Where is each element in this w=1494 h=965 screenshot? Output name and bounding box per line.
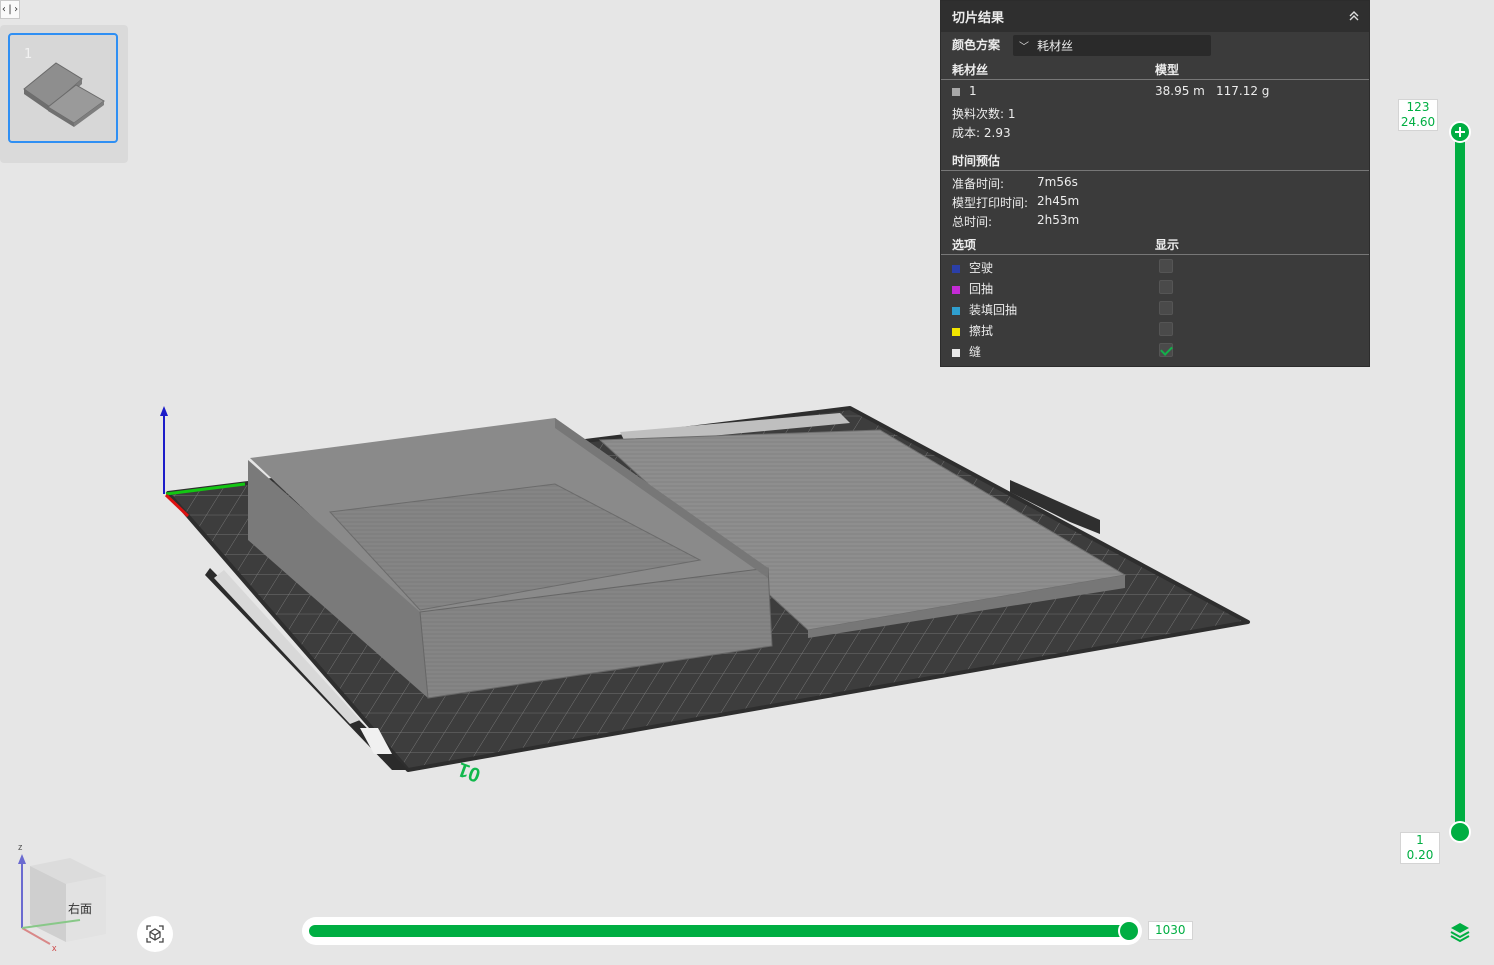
move-slider-handle[interactable]	[1118, 920, 1140, 942]
option-label: 回抽	[969, 282, 994, 296]
view-cube-icon	[146, 925, 164, 943]
top-layer-readout: 123 24.60	[1398, 99, 1438, 131]
axis-z-label: z	[18, 842, 23, 852]
prep-time-value: 7m56s	[1037, 175, 1078, 189]
color-scheme-label: 颜色方案	[952, 38, 1001, 52]
options-section-header: 选项 显示	[941, 233, 1369, 255]
panel-header[interactable]: 切片结果	[941, 1, 1369, 32]
cube-face-label: 右面	[68, 901, 92, 916]
filament-weight: 117.12 g	[1216, 84, 1270, 98]
total-time-value: 2h53m	[1037, 213, 1080, 227]
bottom-layer-number: 1	[1416, 833, 1424, 847]
option-travel: 空驶	[952, 259, 993, 276]
option-label: 装填回抽	[969, 303, 1018, 317]
model-header: 模型	[1155, 63, 1180, 77]
color-scheme-value: 耗材丝	[1037, 39, 1074, 53]
travel-swatch	[952, 264, 960, 273]
model-time-value: 2h45m	[1037, 194, 1080, 208]
layer-slider-track[interactable]	[1455, 131, 1465, 832]
layers-icon[interactable]	[1448, 920, 1472, 944]
retract-swatch	[952, 285, 960, 294]
options-header: 选项	[952, 238, 977, 252]
option-label: 擦拭	[969, 324, 994, 338]
seam-swatch	[952, 348, 960, 357]
time-section-header: 时间预估	[941, 149, 1369, 171]
time-header: 时间预估	[952, 154, 1001, 168]
reset-view-button[interactable]	[137, 916, 173, 952]
filament-swatch	[952, 87, 960, 96]
prep-time-label: 准备时间:	[952, 177, 1005, 191]
filament-row: 1	[952, 84, 977, 98]
bottom-layer-height: 0.20	[1406, 848, 1434, 862]
option-deretract: 装填回抽	[952, 301, 1017, 318]
filament-id: 1	[969, 84, 977, 98]
move-slider-track[interactable]	[309, 925, 1133, 937]
move-slider-value: 1030	[1148, 921, 1193, 940]
wipe-swatch	[952, 327, 960, 336]
collapse-chevron-icon[interactable]	[1347, 9, 1361, 23]
navigation-cube[interactable]: 右面 z x	[10, 838, 110, 953]
travel-checkbox[interactable]	[1159, 259, 1173, 273]
color-scheme-select[interactable]: ﹀ 耗材丝	[1013, 35, 1211, 56]
seam-checkbox[interactable]	[1159, 343, 1173, 357]
bottom-layer-handle[interactable]	[1449, 821, 1471, 843]
option-wipe: 擦拭	[952, 322, 993, 339]
cost-row: 成本: 2.93	[952, 124, 1011, 141]
option-seam: 缝	[952, 343, 981, 360]
bottom-layer-readout: 1 0.20	[1400, 832, 1440, 864]
top-layer-height: 24.60	[1400, 115, 1436, 129]
axis-x-label: x	[52, 943, 57, 953]
option-label: 缝	[969, 345, 982, 359]
change-count-label: 换料次数:	[952, 107, 1005, 121]
deretract-checkbox[interactable]	[1159, 301, 1173, 315]
panel-title: 切片结果	[952, 11, 1005, 26]
filament-header: 耗材丝	[952, 63, 989, 77]
wipe-checkbox[interactable]	[1159, 322, 1173, 336]
deretract-swatch	[952, 306, 960, 315]
top-layer-handle[interactable]	[1449, 121, 1471, 143]
change-count-value: 1	[1007, 107, 1016, 121]
retract-checkbox[interactable]	[1159, 280, 1173, 294]
option-label: 空驶	[969, 261, 994, 275]
option-retract: 回抽	[952, 280, 993, 297]
slice-result-panel: 切片结果 颜色方案 ﹀ 耗材丝 耗材丝 模型 1 38.95 m 117.12 …	[940, 0, 1370, 367]
cost-value: 2.93	[983, 126, 1011, 140]
chevron-down-icon: ﹀	[1019, 42, 1029, 53]
filament-section-header: 耗材丝 模型	[941, 58, 1369, 80]
filament-length: 38.95 m	[1155, 84, 1205, 98]
top-layer-number: 123	[1406, 100, 1430, 114]
cost-label: 成本:	[952, 126, 981, 140]
model-time-label: 模型打印时间:	[952, 196, 1029, 210]
total-time-label: 总时间:	[952, 215, 993, 229]
display-header: 显示	[1155, 238, 1180, 252]
change-count-row: 换料次数: 1	[952, 105, 1016, 122]
